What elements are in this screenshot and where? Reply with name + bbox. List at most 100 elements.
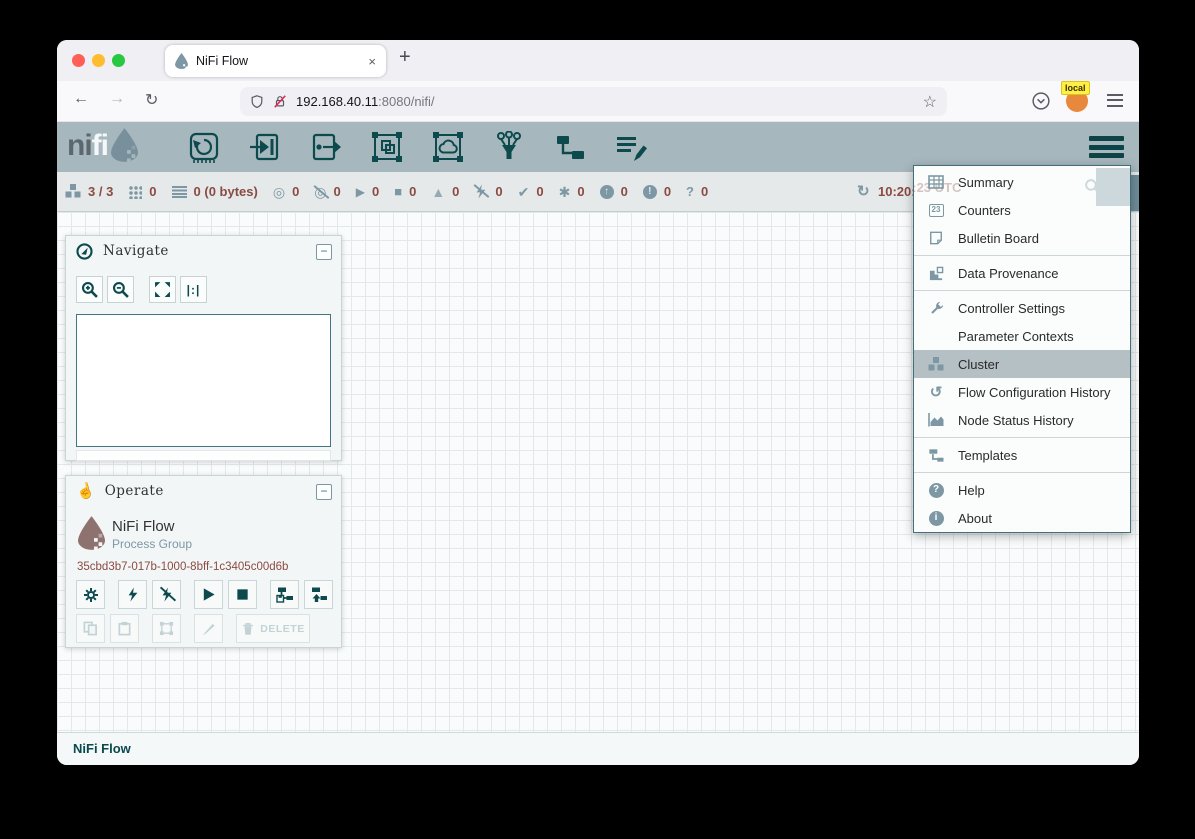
processor-component-icon[interactable] xyxy=(188,131,220,163)
stat-stale: ↑0 xyxy=(600,184,628,199)
sync-failure-icon: ? xyxy=(686,185,694,199)
menu-item-node-status-history[interactable]: Node Status History xyxy=(914,406,1130,434)
new-tab-button[interactable]: + xyxy=(399,46,411,69)
profile-badge: local xyxy=(1061,81,1090,95)
browser-tab[interactable]: NiFi Flow × xyxy=(165,45,386,77)
configure-button[interactable] xyxy=(76,580,105,609)
copy-button[interactable] xyxy=(76,614,105,643)
close-window-button[interactable] xyxy=(72,54,85,67)
navigate-buttons: |:| xyxy=(76,276,207,303)
minimize-window-button[interactable] xyxy=(92,54,105,67)
pocket-icon[interactable] xyxy=(1032,92,1050,110)
delete-label: DELETE xyxy=(260,623,304,635)
bulletin-board-icon xyxy=(926,231,946,245)
navigate-collapse-button[interactable]: − xyxy=(316,244,332,260)
zoom-actual-size-button[interactable]: |:| xyxy=(180,276,207,303)
navigate-title: Navigate xyxy=(103,243,169,259)
menu-item-about[interactable]: i About xyxy=(914,504,1130,532)
menu-item-label: Controller Settings xyxy=(958,301,1065,316)
stat-connected-nodes: 3 / 3 xyxy=(65,184,113,199)
menu-item-cluster[interactable]: Cluster xyxy=(914,350,1130,378)
refresh-icon[interactable]: ↻ xyxy=(857,182,870,200)
locally-modified-and-stale-icon: ! xyxy=(643,185,657,199)
summary-table-icon xyxy=(926,175,946,189)
menu-divider xyxy=(914,437,1130,438)
delete-button[interactable]: DELETE xyxy=(236,614,310,643)
zoom-in-button[interactable] xyxy=(76,276,103,303)
enable-button[interactable] xyxy=(118,580,147,609)
menu-item-label: Bulletin Board xyxy=(958,231,1039,246)
zoom-fit-button[interactable] xyxy=(149,276,176,303)
menu-item-flow-configuration-history[interactable]: ↺Flow Configuration History xyxy=(914,378,1130,406)
global-menu-button[interactable] xyxy=(1089,136,1124,162)
forward-icon[interactable]: → xyxy=(109,90,125,108)
stat-locally-modified-and-stale: !0 xyxy=(643,184,671,199)
back-icon[interactable]: ← xyxy=(73,90,89,108)
menu-divider xyxy=(914,290,1130,291)
zoom-out-button[interactable] xyxy=(107,276,134,303)
menu-item-parameter-contexts[interactable]: Parameter Contexts xyxy=(914,322,1130,350)
insecure-lock-icon[interactable] xyxy=(273,94,287,109)
stat-queued: 0 (0 bytes) xyxy=(172,184,258,199)
browser-menu-icon[interactable] xyxy=(1107,94,1123,110)
stop-button[interactable] xyxy=(228,580,257,609)
menu-item-summary[interactable]: Summary xyxy=(914,168,1130,196)
browser-window: NiFi Flow × + ← → ↻ 192.168.40.11:8080/n… xyxy=(57,40,1139,765)
up-to-date-icon: ✔ xyxy=(518,185,530,199)
menu-item-data-provenance[interactable]: Data Provenance xyxy=(914,259,1130,287)
url-host: 192.168.40.11 xyxy=(296,94,378,109)
birdseye-minimap[interactable] xyxy=(76,314,331,447)
reload-icon[interactable]: ↻ xyxy=(145,90,158,110)
template-component-icon[interactable] xyxy=(554,131,586,163)
queued-icon xyxy=(172,186,187,198)
input-port-component-icon[interactable] xyxy=(249,131,281,163)
running-icon: ▶ xyxy=(356,185,365,199)
upload-template-button[interactable] xyxy=(304,580,333,609)
label-component-icon[interactable] xyxy=(615,131,647,163)
remote-process-group-component-icon[interactable] xyxy=(432,131,464,163)
menu-item-help[interactable]: ?Help xyxy=(914,476,1130,504)
menu-divider xyxy=(914,472,1130,473)
disabled-icon xyxy=(474,184,488,199)
funnel-component-icon[interactable] xyxy=(493,131,525,163)
menu-item-templates[interactable]: Templates xyxy=(914,441,1130,469)
stopped-icon: ■ xyxy=(394,185,402,199)
stat-running: ▶0 xyxy=(356,184,379,199)
browser-navbar: ← → ↻ 192.168.40.11:8080/nifi/ ☆ local xyxy=(57,81,1139,122)
nifi-logo: nifi xyxy=(67,128,138,162)
breadcrumb-bar: NiFi Flow xyxy=(57,732,1139,765)
menu-item-label: Cluster xyxy=(958,357,999,372)
logo-text-ni: ni xyxy=(67,129,92,162)
tab-close-icon[interactable]: × xyxy=(368,54,376,69)
shield-icon[interactable] xyxy=(250,94,264,109)
selection-type: Process Group xyxy=(112,537,192,551)
menu-item-label: About xyxy=(958,511,992,526)
menu-item-bulletin-board[interactable]: Bulletin Board xyxy=(914,224,1130,252)
breadcrumb[interactable]: NiFi Flow xyxy=(73,741,131,756)
process-group-component-icon[interactable] xyxy=(371,131,403,163)
output-port-component-icon[interactable] xyxy=(310,131,342,163)
operate-buttons-row1 xyxy=(76,580,333,609)
change-color-button[interactable] xyxy=(194,614,223,643)
start-button[interactable] xyxy=(194,580,223,609)
templates-icon xyxy=(926,448,946,463)
global-menu: 10:20:23 UTC Summary 23Counters Bulletin… xyxy=(913,165,1131,533)
bookmark-star-icon[interactable]: ☆ xyxy=(923,92,937,112)
menu-item-controller-settings[interactable]: Controller Settings xyxy=(914,294,1130,322)
zoom-window-button[interactable] xyxy=(112,54,125,67)
create-template-button[interactable] xyxy=(270,580,299,609)
url-bar[interactable]: 192.168.40.11:8080/nifi/ ☆ xyxy=(240,87,947,116)
disable-button[interactable] xyxy=(152,580,181,609)
group-button[interactable] xyxy=(152,614,181,643)
paste-button[interactable] xyxy=(110,614,139,643)
selection-name: NiFi Flow xyxy=(112,518,175,535)
stat-invalid: ▲0 xyxy=(431,184,459,199)
menu-item-label: Summary xyxy=(958,175,1014,190)
locally-modified-icon: ✱ xyxy=(559,185,571,199)
navigate-panel: Navigate − |:| xyxy=(65,235,342,461)
cluster-icon xyxy=(926,357,946,372)
about-icon: i xyxy=(926,511,946,526)
operate-collapse-button[interactable]: − xyxy=(316,484,332,500)
menu-divider xyxy=(914,255,1130,256)
menu-item-counters[interactable]: 23Counters xyxy=(914,196,1130,224)
